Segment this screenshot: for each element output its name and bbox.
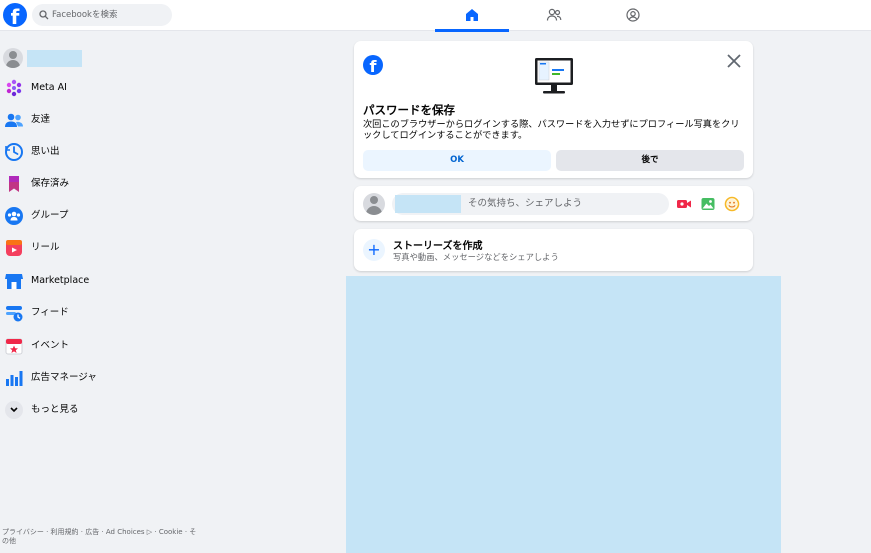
sidebar-item-profile[interactable]: [0, 41, 200, 73]
sidebar-item-label: 友達: [31, 114, 51, 125]
sidebar-item-see-more[interactable]: もっと見る: [0, 394, 200, 426]
create-story-title: ストーリーズを作成: [393, 241, 483, 252]
plus-icon[interactable]: +: [363, 239, 385, 261]
composer-input[interactable]: その気持ち、シェアしよう: [392, 193, 669, 215]
friends-icon: [546, 8, 562, 21]
sidebar-item-label: イベント: [31, 340, 70, 351]
meta-ai-icon: [6, 79, 22, 97]
facebook-logo-icon[interactable]: f: [3, 3, 27, 29]
reels-icon: [6, 240, 22, 256]
events-icon: [5, 338, 23, 355]
create-story-subtitle: 写真や動画、メッセージなどをシェアしよう: [393, 252, 559, 262]
bookmark-icon: [9, 176, 19, 192]
search-box[interactable]: [32, 4, 172, 26]
ok-button[interactable]: OK: [363, 150, 551, 171]
see-more-button[interactable]: [5, 401, 23, 419]
avatar[interactable]: [363, 193, 385, 215]
sidebar-item-memories[interactable]: 思い出: [0, 136, 200, 168]
save-password-description: 次回このブラウザーからログインする際、パスワードを入力せずにプロフィール写真をク…: [363, 119, 740, 141]
memories-icon: [5, 143, 23, 161]
create-story-card[interactable]: + ストーリーズを作成 写真や動画、メッセージなどをシェアしよう: [354, 229, 753, 271]
close-icon[interactable]: [724, 51, 744, 71]
feed-content-redacted: [346, 276, 781, 553]
sidebar-item-label: 広告マネージャ: [31, 372, 97, 383]
sidebar-item-label: フィード: [31, 307, 69, 318]
sidebar-item-saved[interactable]: 保存済み: [0, 168, 200, 200]
feed-icon: [6, 306, 23, 322]
home-icon: [466, 9, 478, 21]
sidebar-item-label: 保存済み: [31, 178, 70, 189]
sidebar-item-label: 思い出: [31, 146, 60, 157]
sidebar-item-label: Meta AI: [31, 82, 67, 93]
groups-icon: [5, 207, 23, 225]
tab-home[interactable]: [435, 0, 509, 32]
profile-circle-icon: [626, 8, 640, 22]
photo-video-icon[interactable]: [700, 196, 716, 212]
chevron-down-icon: [10, 407, 18, 413]
sidebar-item-label: リール: [31, 242, 60, 253]
composer-placeholder: その気持ち、シェアしよう: [468, 198, 583, 209]
later-button[interactable]: 後で: [556, 150, 744, 171]
search-icon: [39, 10, 49, 20]
marketplace-icon: [5, 274, 23, 289]
sidebar-item-friends[interactable]: 友達: [0, 104, 200, 136]
sidebar-item-ads-manager[interactable]: 広告マネージャ: [0, 362, 200, 394]
sidebar-item-label: Marketplace: [31, 275, 90, 286]
sidebar-item-label: グループ: [31, 210, 69, 221]
save-password-card: f パスワードを保存 次回このブラウザーからログインする際、パスワードを入力せず…: [354, 41, 753, 178]
footer-links[interactable]: プライバシー · 利用規約 · 広告 · Ad Choices ▷ · Cook…: [2, 528, 202, 546]
sidebar-item-marketplace[interactable]: Marketplace: [0, 265, 200, 297]
sidebar-item-meta-ai[interactable]: Meta AI: [0, 72, 200, 104]
feeling-activity-icon[interactable]: [724, 196, 740, 212]
search-input[interactable]: [52, 4, 167, 26]
sidebar-item-reels[interactable]: リール: [0, 232, 200, 264]
save-password-title: パスワードを保存: [363, 103, 455, 117]
tab-profile[interactable]: [596, 0, 670, 31]
user-name-redacted: [395, 195, 461, 213]
facebook-logo-icon: f: [363, 55, 383, 76]
ads-manager-icon: [6, 371, 23, 386]
sidebar-item-label: もっと見る: [31, 404, 79, 415]
avatar: [3, 48, 23, 68]
post-composer: その気持ち、シェアしよう: [354, 186, 753, 221]
sidebar-item-events[interactable]: イベント: [0, 330, 200, 362]
top-navigation-bar: f: [0, 0, 871, 32]
friends-icon: [5, 113, 23, 127]
profile-name-redacted: [27, 50, 82, 67]
live-video-icon[interactable]: [676, 196, 692, 212]
tab-friends[interactable]: [516, 0, 590, 31]
sidebar-item-feed[interactable]: フィード: [0, 297, 200, 329]
sidebar-item-groups[interactable]: グループ: [0, 200, 200, 232]
monitor-login-illustration-icon: [535, 58, 573, 94]
